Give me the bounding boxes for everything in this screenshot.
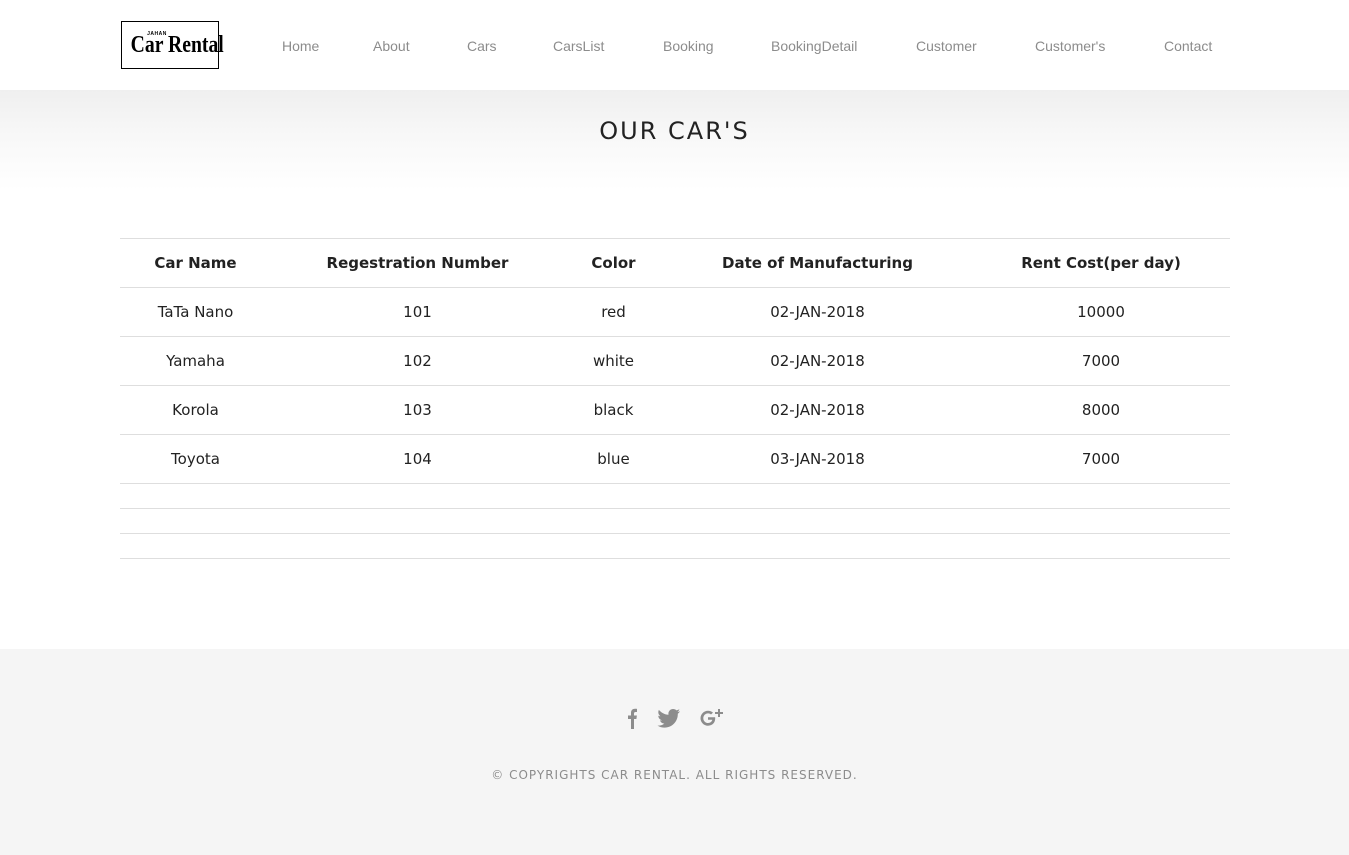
cell-date-of-manufacturing: 02-JAN-2018 [663, 287, 972, 337]
page-title: OUR CAR'S [599, 117, 750, 145]
cars-table: Car Name Regestration Number Color Date … [120, 238, 1230, 559]
brand-logo[interactable]: JAHAN Car Rental [121, 21, 224, 69]
nav-item-customers[interactable]: Customer's [1035, 38, 1105, 54]
twitter-icon[interactable] [655, 705, 683, 731]
column-header-rent-cost: Rent Cost(per day) [972, 238, 1230, 288]
cell-rent-cost: 7000 [972, 434, 1230, 484]
table-row: Yamaha 102 white 02-JAN-2018 7000 [120, 336, 1230, 386]
site-footer [0, 649, 1349, 855]
empty-table-row [120, 508, 1230, 534]
nav-item-home[interactable]: Home [282, 38, 319, 54]
table-header-row: Car Name Regestration Number Color Date … [120, 238, 1230, 288]
cell-rent-cost: 7000 [972, 336, 1230, 386]
column-header-color: Color [564, 238, 663, 288]
nav-item-customer[interactable]: Customer [916, 38, 977, 54]
cell-registration-number: 103 [271, 385, 564, 435]
cell-registration-number: 102 [271, 336, 564, 386]
cell-color: white [564, 336, 663, 386]
table-row: TaTa Nano 101 red 02-JAN-2018 10000 [120, 287, 1230, 337]
cell-rent-cost: 8000 [972, 385, 1230, 435]
site-header: JAHAN Car Rental Home About Cars CarsLis… [0, 0, 1349, 90]
cars-table-container: Car Name Regestration Number Color Date … [120, 238, 1230, 559]
cell-registration-number: 101 [271, 287, 564, 337]
copyright-text: © COPYRIGHTS CAR RENTAL. ALL RIGHTS RESE… [491, 768, 858, 782]
cell-color: red [564, 287, 663, 337]
nav-item-contact[interactable]: Contact [1164, 38, 1212, 54]
nav-item-bookingdetail[interactable]: BookingDetail [771, 38, 857, 54]
cell-car-name: Yamaha [120, 336, 271, 386]
empty-table-row [120, 533, 1230, 559]
column-header-car-name: Car Name [120, 238, 271, 288]
cell-registration-number: 104 [271, 434, 564, 484]
cell-car-name: TaTa Nano [120, 287, 271, 337]
logo-name: Car Rental [130, 32, 224, 58]
cell-date-of-manufacturing: 03-JAN-2018 [663, 434, 972, 484]
cell-car-name: Korola [120, 385, 271, 435]
empty-table-row [120, 483, 1230, 509]
table-row: Toyota 104 blue 03-JAN-2018 7000 [120, 434, 1230, 484]
nav-item-about[interactable]: About [373, 38, 410, 54]
cell-date-of-manufacturing: 02-JAN-2018 [663, 336, 972, 386]
facebook-icon[interactable] [617, 705, 645, 731]
cell-rent-cost: 10000 [972, 287, 1230, 337]
google-plus-icon[interactable] [698, 705, 726, 731]
nav-item-booking[interactable]: Booking [663, 38, 714, 54]
cell-color: blue [564, 434, 663, 484]
cell-color: black [564, 385, 663, 435]
table-row: Korola 103 black 02-JAN-2018 8000 [120, 385, 1230, 435]
cell-car-name: Toyota [120, 434, 271, 484]
nav-item-cars[interactable]: Cars [467, 38, 497, 54]
column-header-registration-number: Regestration Number [271, 238, 564, 288]
cell-date-of-manufacturing: 02-JAN-2018 [663, 385, 972, 435]
column-header-date-of-manufacturing: Date of Manufacturing [663, 238, 972, 288]
nav-item-carslist[interactable]: CarsList [553, 38, 604, 54]
